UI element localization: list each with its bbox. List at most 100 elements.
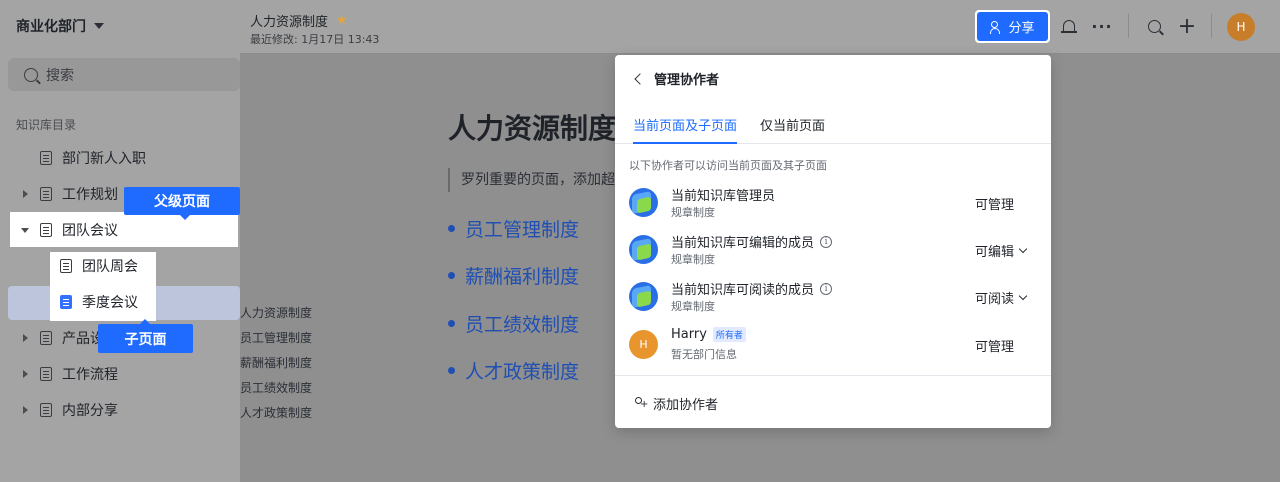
knowledge-base-icon: [629, 188, 658, 217]
collapse-arrow-icon[interactable]: [18, 227, 32, 233]
sidebar-item-label: 内部分享: [62, 403, 118, 419]
chevron-down-icon: [1018, 244, 1028, 253]
sidebar-item-label: 季度会议: [82, 295, 138, 311]
expand-arrow-icon[interactable]: [18, 370, 32, 378]
document-icon: [40, 223, 52, 237]
info-icon[interactable]: i: [820, 235, 833, 248]
bullet-dot: [448, 320, 455, 327]
bullet-link[interactable]: 员工管理制度: [448, 215, 579, 242]
more-icon[interactable]: ···: [1090, 14, 1114, 38]
space-title: 商业化部门: [16, 19, 86, 35]
outline-item[interactable]: 人力资源制度: [240, 301, 312, 326]
toolbar-divider: [1128, 14, 1129, 38]
outline-item[interactable]: 员工绩效制度: [240, 376, 312, 401]
tab-current-and-children[interactable]: 当前页面及子页面: [633, 115, 738, 144]
collaborator-row: H Harry 所有者 暂无部门信息 可管理: [629, 327, 1039, 363]
share-button-frame: 分享: [975, 10, 1050, 43]
share-label: 分享: [1008, 21, 1035, 36]
permission-label: 可管理: [975, 198, 1015, 213]
notification-button[interactable]: [1057, 14, 1081, 38]
star-icon[interactable]: ★: [336, 13, 348, 28]
collaborator-subtitle: 暂无部门信息: [671, 348, 737, 361]
add-collaborator-button[interactable]: 添加协作者: [633, 394, 718, 413]
bullet-label: 人才政策制度: [465, 361, 580, 383]
search-button[interactable]: [1142, 14, 1166, 38]
add-user-icon: [633, 396, 648, 411]
space-switcher[interactable]: 商业化部门: [16, 16, 104, 36]
page-heading: 人力资源制度: [448, 112, 617, 145]
permission-dropdown[interactable]: 可阅读: [975, 288, 1028, 307]
sidebar-search[interactable]: 搜索: [8, 58, 240, 91]
document-icon: [40, 403, 52, 417]
collaborator-row: 当前知识库可阅读的成员 i 规章制度 可阅读: [629, 279, 1039, 315]
sidebar-item-product[interactable]: 产品设: [18, 321, 104, 355]
collaborator-row: 当前知识库可编辑的成员 i 规章制度 可编辑: [629, 232, 1039, 268]
popup-tabs: 当前页面及子页面 仅当前页面: [615, 111, 1051, 144]
popup-title: 管理协作者: [654, 73, 720, 88]
avatar[interactable]: H: [1227, 13, 1255, 41]
bullet-dot: [448, 367, 455, 374]
sidebar-item-label: 部门新人入职: [62, 151, 146, 167]
bullet-dot: [448, 272, 455, 279]
last-modified: 最近修改: 1月17日 13:43: [250, 33, 380, 46]
share-button[interactable]: 分享: [977, 12, 1048, 41]
collaborator-row: 当前知识库管理员 规章制度 可管理: [629, 185, 1039, 221]
top-bar: 人力资源制度 ★ 最近修改: 1月17日 13:43 分享 ··· + H: [240, 0, 1280, 54]
outline-item[interactable]: 人才政策制度: [240, 401, 312, 426]
chevron-down-icon: [1018, 291, 1028, 300]
parent-page-callout: 父级页面: [124, 187, 240, 220]
bullet-link[interactable]: 薪酬福利制度: [448, 262, 579, 289]
bullet-label: 员工绩效制度: [465, 314, 580, 336]
tab-current-only[interactable]: 仅当前页面: [760, 115, 825, 144]
expand-arrow-icon[interactable]: [18, 190, 32, 198]
sidebar-item-label: 团队会议: [62, 223, 118, 239]
search-icon: [24, 67, 38, 82]
sidebar-item-label: 工作规划: [62, 187, 118, 203]
child-page-callout: 子页面: [98, 319, 193, 353]
sidebar-item-onboarding[interactable]: 部门新人入职: [18, 141, 146, 175]
bullet-link[interactable]: 人才政策制度: [448, 357, 579, 384]
bullet-label: 员工管理制度: [465, 219, 580, 241]
bullet-link[interactable]: 员工绩效制度: [448, 310, 579, 337]
back-arrow-icon[interactable]: [634, 72, 646, 85]
sidebar-item-weekly-meeting[interactable]: 团队周会: [52, 249, 138, 283]
popup-footer: 添加协作者: [615, 375, 1051, 428]
expand-arrow-icon[interactable]: [18, 334, 32, 342]
plus-icon[interactable]: +: [1175, 14, 1199, 39]
document-icon: [40, 367, 52, 381]
sidebar-item-quarterly-meeting[interactable]: 季度会议: [52, 285, 138, 319]
toolbar-divider: [1211, 14, 1212, 38]
document-icon: [40, 151, 52, 165]
sidebar-item-team-meeting[interactable]: 团队会议: [18, 213, 118, 247]
sidebar-item-label: 工作流程: [62, 367, 118, 383]
sidebar-item-internal-share[interactable]: 内部分享: [18, 393, 118, 427]
owner-badge: 所有者: [712, 327, 746, 342]
sidebar-item-workflow[interactable]: 工作流程: [18, 357, 118, 391]
sidebar-item-work-plan[interactable]: 工作规划: [18, 177, 118, 211]
permission-label: 可管理: [975, 340, 1015, 355]
collaborator-subtitle: 规章制度: [671, 253, 715, 266]
search-icon: [1147, 19, 1161, 33]
collaborator-name: 当前知识库管理员: [671, 189, 776, 204]
document-outline: 人力资源制度 员工管理制度 薪酬福利制度 员工绩效制度 人才政策制度: [240, 301, 312, 426]
manage-collaborators-popup: 管理协作者 当前页面及子页面 仅当前页面 以下协作者可以访问当前页面及其子页面 …: [615, 55, 1051, 428]
collaborator-name: 当前知识库可编辑的成员 i: [671, 232, 833, 251]
avatar: H: [629, 330, 658, 359]
info-icon[interactable]: i: [820, 282, 833, 295]
document-icon: [60, 259, 72, 273]
document-icon: [60, 295, 72, 309]
permission-dropdown[interactable]: 可编辑: [975, 241, 1028, 260]
doc-title-row: 人力资源制度 ★: [250, 11, 348, 30]
collaborator-subtitle: 规章制度: [671, 206, 715, 219]
outline-item[interactable]: 薪酬福利制度: [240, 351, 312, 376]
search-placeholder: 搜索: [46, 67, 74, 84]
outline-item[interactable]: 员工管理制度: [240, 326, 312, 351]
bullet-dot: [448, 225, 455, 232]
popup-header: 管理协作者: [633, 69, 719, 88]
collaborator-name: 当前知识库可阅读的成员 i: [671, 279, 833, 298]
sidebar: 商业化部门 搜索 知识库目录 部门新人入职 工作规划 团队会议 团队周会 季度会…: [0, 0, 240, 482]
expand-arrow-icon[interactable]: [18, 406, 32, 414]
document-icon: [40, 187, 52, 201]
quote-block: 罗列重要的页面，添加超: [448, 168, 615, 192]
users-icon: [990, 20, 1002, 34]
